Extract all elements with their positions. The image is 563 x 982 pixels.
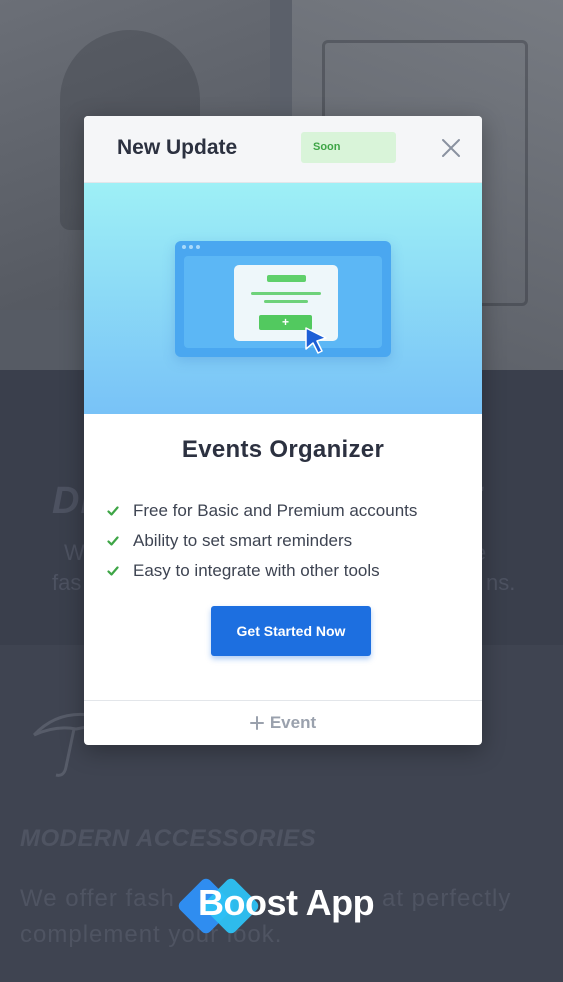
background-promo-line2-left: fas — [52, 570, 82, 595]
feature-title: Events Organizer — [181, 436, 385, 463]
get-started-button[interactable]: Get Started Now — [211, 606, 371, 656]
brand-name: Boost App — [198, 882, 375, 923]
cursor-icon — [305, 327, 327, 354]
background-section-text-line1-left: We offer fash — [20, 885, 175, 912]
background-section-heading: MODERN ACCESSORIES — [20, 825, 317, 852]
check-icon — [107, 536, 119, 546]
background-promo-line1-left: W — [64, 540, 85, 565]
modal-header: New Update Soon — [84, 116, 482, 183]
background-section-text-line1-right: at perfectly — [382, 885, 512, 912]
feature-label: Easy to integrate with other tools — [133, 561, 380, 580]
feature-label: Ability to set smart reminders — [133, 531, 353, 550]
hero-illustration: + — [84, 183, 482, 414]
close-icon[interactable] — [440, 137, 462, 159]
check-icon — [107, 566, 119, 576]
background-promo-line2-right: ns. — [486, 570, 516, 595]
feature-list: Free for Basic and Premium accounts Abil… — [107, 496, 417, 586]
add-event-button[interactable]: Event — [84, 700, 482, 745]
window-dots — [182, 245, 200, 249]
soon-badge: Soon — [301, 132, 396, 163]
modal-title: New Update — [117, 136, 238, 159]
list-item: Easy to integrate with other tools — [107, 556, 417, 586]
feature-label: Free for Basic and Premium accounts — [133, 501, 418, 520]
check-icon — [107, 506, 119, 516]
boost-diamond-icon: Boost App — [176, 876, 375, 936]
add-event-label: Event — [269, 713, 317, 732]
list-item: Free for Basic and Premium accounts — [107, 496, 417, 526]
brand-logo-lockup: Boost App — [176, 876, 375, 936]
update-modal: New Update Soon + Events Organizer Free … — [84, 116, 482, 745]
list-item: Ability to set smart reminders — [107, 526, 417, 556]
browser-window-illustration: + — [175, 241, 391, 357]
plus-icon — [249, 716, 264, 730]
